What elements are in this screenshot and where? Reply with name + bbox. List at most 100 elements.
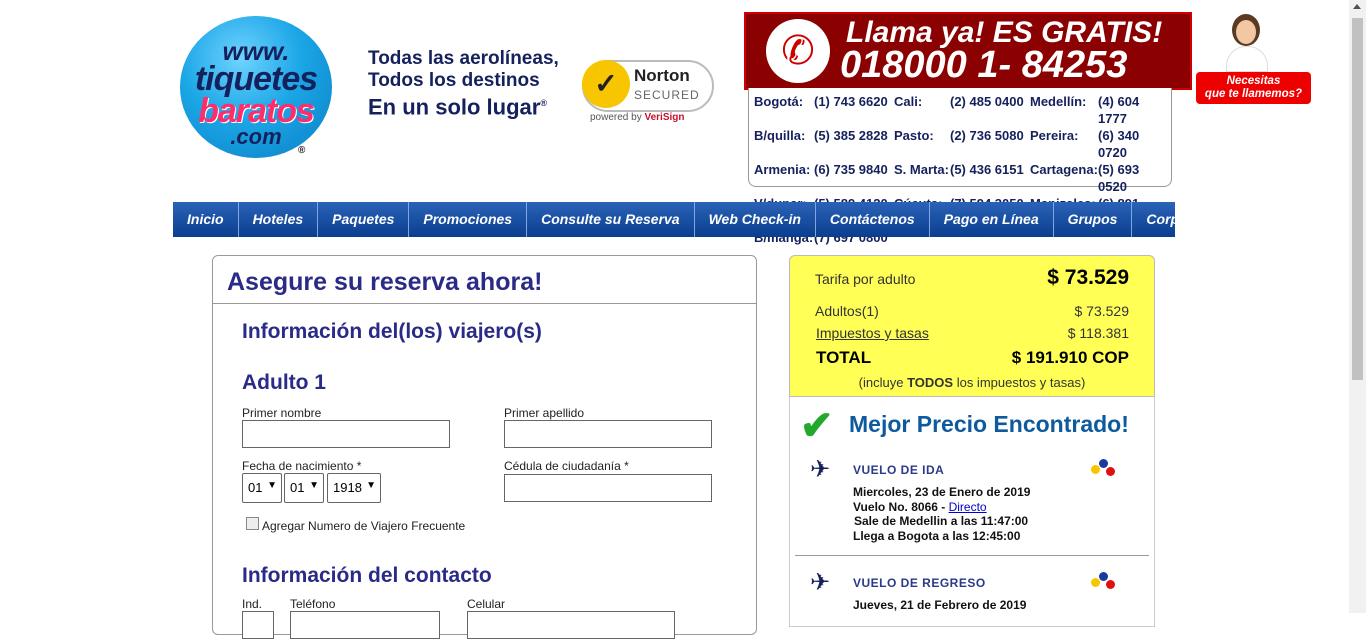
city-name: B/quilla: [754, 128, 806, 143]
powered-prefix: powered by [590, 112, 645, 123]
airline-logo-icon [1091, 459, 1117, 479]
taxes-note: (incluye TODOS los impuestos y tasas) [790, 375, 1154, 390]
ind-input[interactable] [242, 611, 274, 639]
logo-com: .com [230, 124, 282, 149]
outbound-depart: Sale de Medellin a las 11:47:00 [854, 514, 1029, 528]
chevron-down-icon: ▼ [267, 480, 277, 491]
agent-body [1226, 46, 1268, 72]
city-phone: (1) 743 6620 [814, 94, 888, 109]
city-phone: (5) 693 0520 [1098, 162, 1140, 194]
city-name: S. Marta: [894, 162, 949, 177]
nav-hoteles[interactable]: Hoteles [239, 202, 319, 237]
per-adult-value: $ 73.529 [1047, 266, 1129, 289]
cell-input[interactable] [467, 611, 675, 639]
travelers-heading: Información del(los) viajero(s) [242, 320, 542, 343]
norton-secured: SECURED [634, 88, 700, 102]
city-name: Armenia: [754, 162, 811, 177]
site-logo[interactable]: www. tiquetes baratos .com [180, 16, 332, 158]
city-phone: (5) 385 2828 [814, 128, 888, 143]
nav-paquetes[interactable]: Paquetes [318, 202, 410, 237]
request-callback-button[interactable]: Necesitas que te llamemos? [1196, 72, 1311, 104]
adults-value: $ 73.529 [1074, 303, 1130, 319]
taxes-value: $ 118.381 [1067, 325, 1129, 341]
nav-contactenos[interactable]: Contáctenos [816, 202, 930, 237]
callback-line-2: que te llamemos? [1204, 88, 1303, 100]
agent-avatar [1224, 14, 1268, 72]
tagline-registered: ® [540, 98, 547, 108]
adults-label: Adultos(1) [815, 303, 879, 319]
outbound-direct-link[interactable]: Directo [949, 500, 987, 514]
flight-summary: ✔ Mejor Precio Encontrado! ✈ VUELO DE ID… [789, 397, 1155, 627]
outbound-arrive: Llega a Bogota a las 12:45:00 [853, 528, 1021, 543]
tagline-line-1: Todas las aerolíneas, [368, 48, 559, 69]
city-phone: (4) 604 1777 [1098, 94, 1140, 126]
birth-day-select[interactable]: 01 ▼ [242, 473, 282, 503]
checkmark-icon: ✓ [582, 60, 630, 108]
city-phone: (6) 340 0720 [1098, 128, 1140, 160]
city-name: Pereira: [1030, 128, 1079, 143]
chevron-down-icon: ▼ [309, 480, 319, 491]
airline-dot-yellow [1091, 578, 1100, 587]
last-name-label: Primer apellido [504, 406, 585, 420]
taxes-note-post: los impuestos y tasas) [953, 375, 1086, 390]
city-phone: (2) 736 5080 [950, 128, 1024, 143]
airline-dot-red [1106, 580, 1115, 589]
city-phone: (2) 485 0400 [950, 94, 1024, 109]
phone-icon: ✆ [766, 19, 830, 83]
frequent-flyer-label: Agregar Numero de Viajero Frecuente [262, 519, 466, 533]
last-name-input[interactable] [504, 420, 712, 448]
outbound-number: Vuelo No. 8066 - Directo [853, 500, 1030, 515]
outbound-date: Miercoles, 23 de Enero de 2019 [853, 485, 1031, 499]
chevron-down-icon: ▼ [366, 480, 376, 491]
taxes-note-bold: TODOS [907, 375, 954, 390]
scroll-up-icon[interactable] [1353, 4, 1361, 9]
norton-name: Norton [634, 66, 690, 85]
id-input[interactable] [504, 474, 712, 502]
total-value: $ 191.910 COP [1011, 348, 1129, 367]
birth-year-value: 1918 [333, 480, 362, 495]
birth-day-value: 01 [248, 480, 263, 495]
checkmark-icon: ✔ [800, 404, 834, 448]
frequent-flyer-checkbox[interactable] [246, 517, 259, 530]
city-name: Cali: [894, 94, 923, 109]
nav-consulte-reserva[interactable]: Consulte su Reserva [527, 202, 695, 237]
nav-pago-linea[interactable]: Pago en Línea [930, 202, 1054, 237]
call-banner: ✆ Llama ya! ES GRATIS! 018000 1- 84253 [744, 12, 1192, 90]
phone-input[interactable] [290, 611, 440, 639]
tagline-line-3: En un solo lugar® [368, 92, 559, 118]
price-summary: Tarifa por adulto $ 73.529 Adultos(1) $ … [789, 255, 1155, 397]
airplane-icon: ✈ [810, 569, 831, 596]
city-name: Bogotá: [754, 94, 804, 109]
city-name: Medellín: [1030, 94, 1087, 109]
nav-grupos[interactable]: Grupos [1054, 202, 1133, 237]
best-price-title: Mejor Precio Encontrado! [849, 411, 1129, 437]
outbound-number-text: Vuelo No. 8066 - [853, 499, 949, 514]
taxes-link[interactable]: Impuestos y tasas [816, 325, 929, 341]
airline-dot-blue [1099, 572, 1108, 581]
reservation-form: Asegure su reserva ahora! Información de… [212, 255, 757, 639]
outbound-details: Miercoles, 23 de Enero de 2019 Vuelo No.… [853, 485, 1030, 543]
nav-corporativo[interactable]: Corporativo [1132, 202, 1239, 237]
nav-inicio[interactable]: Inicio [173, 202, 239, 237]
city-phones: Bogotá: (1) 743 6620 Cali: (2) 485 0400 Mede… [748, 88, 1172, 245]
return-date: Jueves, 21 de Febrero de 2019 [853, 598, 1027, 612]
agent-face [1236, 20, 1256, 44]
taxes-note-pre: (incluye [858, 375, 908, 390]
scroll-thumb[interactable] [1352, 18, 1363, 380]
birth-year-select[interactable]: 1918 ▼ [327, 473, 381, 503]
norton-seal[interactable]: ✓ Norton SECURED [582, 60, 714, 112]
birth-date-label: Fecha de nacimiento * [242, 459, 362, 473]
city-name: Pasto: [894, 128, 934, 143]
per-adult-label: Tarifa por adulto [815, 271, 916, 287]
tagline-line-3-text: En un solo lugar [368, 94, 541, 120]
form-divider [213, 303, 756, 304]
city-phone: (6) 735 9840 [814, 162, 888, 177]
birth-month-select[interactable]: 01 ▼ [284, 473, 324, 503]
airline-dot-blue [1099, 459, 1108, 468]
logo-registered-mark: ® [298, 145, 306, 156]
first-name-input[interactable] [242, 420, 450, 448]
form-title: Asegure su reserva ahora! [227, 268, 543, 296]
page-scrollbar[interactable] [1349, 0, 1366, 613]
nav-web-checkin[interactable]: Web Check-in [695, 202, 816, 237]
nav-promociones[interactable]: Promociones [409, 202, 528, 237]
